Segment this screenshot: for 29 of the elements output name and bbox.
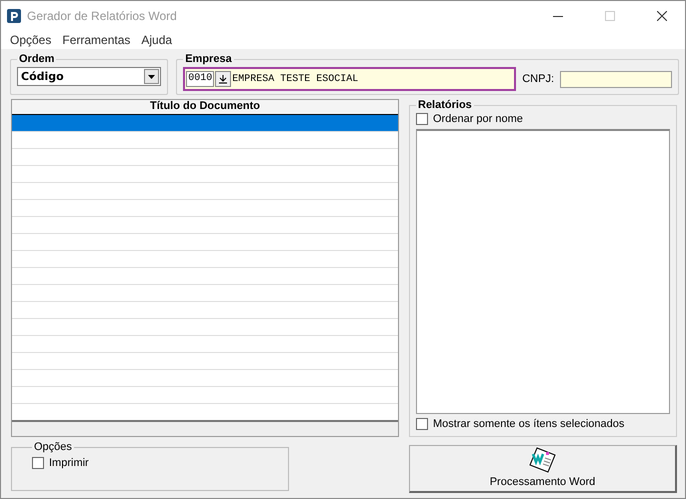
checkbox[interactable]: Imprimir (32, 457, 268, 469)
group-label: Empresa (184, 53, 233, 65)
caret-icon (148, 74, 156, 78)
download-arrow-icon (219, 74, 228, 84)
reports-list[interactable] (416, 129, 670, 414)
app-logo-icon (7, 9, 21, 23)
checkbox[interactable]: Mostrar somente os ítens selecionados (416, 418, 670, 430)
group-label: Opções (33, 441, 73, 453)
company-field[interactable]: 0010 EMPRESA TESTE ESOCIAL (183, 67, 516, 91)
group-label: Ordem (18, 53, 56, 65)
menu-item[interactable]: Ferramentas (62, 33, 130, 47)
checkbox[interactable]: Ordenar por nome (416, 113, 670, 125)
scroll-bar[interactable] (12, 420, 398, 436)
company-code: 0010 (186, 71, 214, 87)
word-document-icon (528, 447, 556, 473)
table-row[interactable] (12, 115, 398, 132)
column-header: Título do Documento (12, 100, 398, 115)
lookup-button[interactable] (215, 71, 232, 87)
maximize-icon (605, 11, 615, 21)
group-label: Relatórios (417, 99, 473, 111)
menu-item[interactable]: Opções (10, 33, 52, 47)
cnpj-field[interactable] (560, 70, 672, 88)
menu-item[interactable]: Ajuda (141, 33, 172, 47)
order-dropdown[interactable]: Código (17, 67, 162, 86)
process-word-button[interactable]: Processamento Word (409, 445, 677, 493)
cnpj-label: CNPJ: (522, 73, 554, 85)
company-name: EMPRESA TESTE ESOCIAL (232, 74, 360, 84)
close-icon (657, 11, 667, 21)
window-title: Gerador de Relatórios Word (27, 9, 178, 23)
